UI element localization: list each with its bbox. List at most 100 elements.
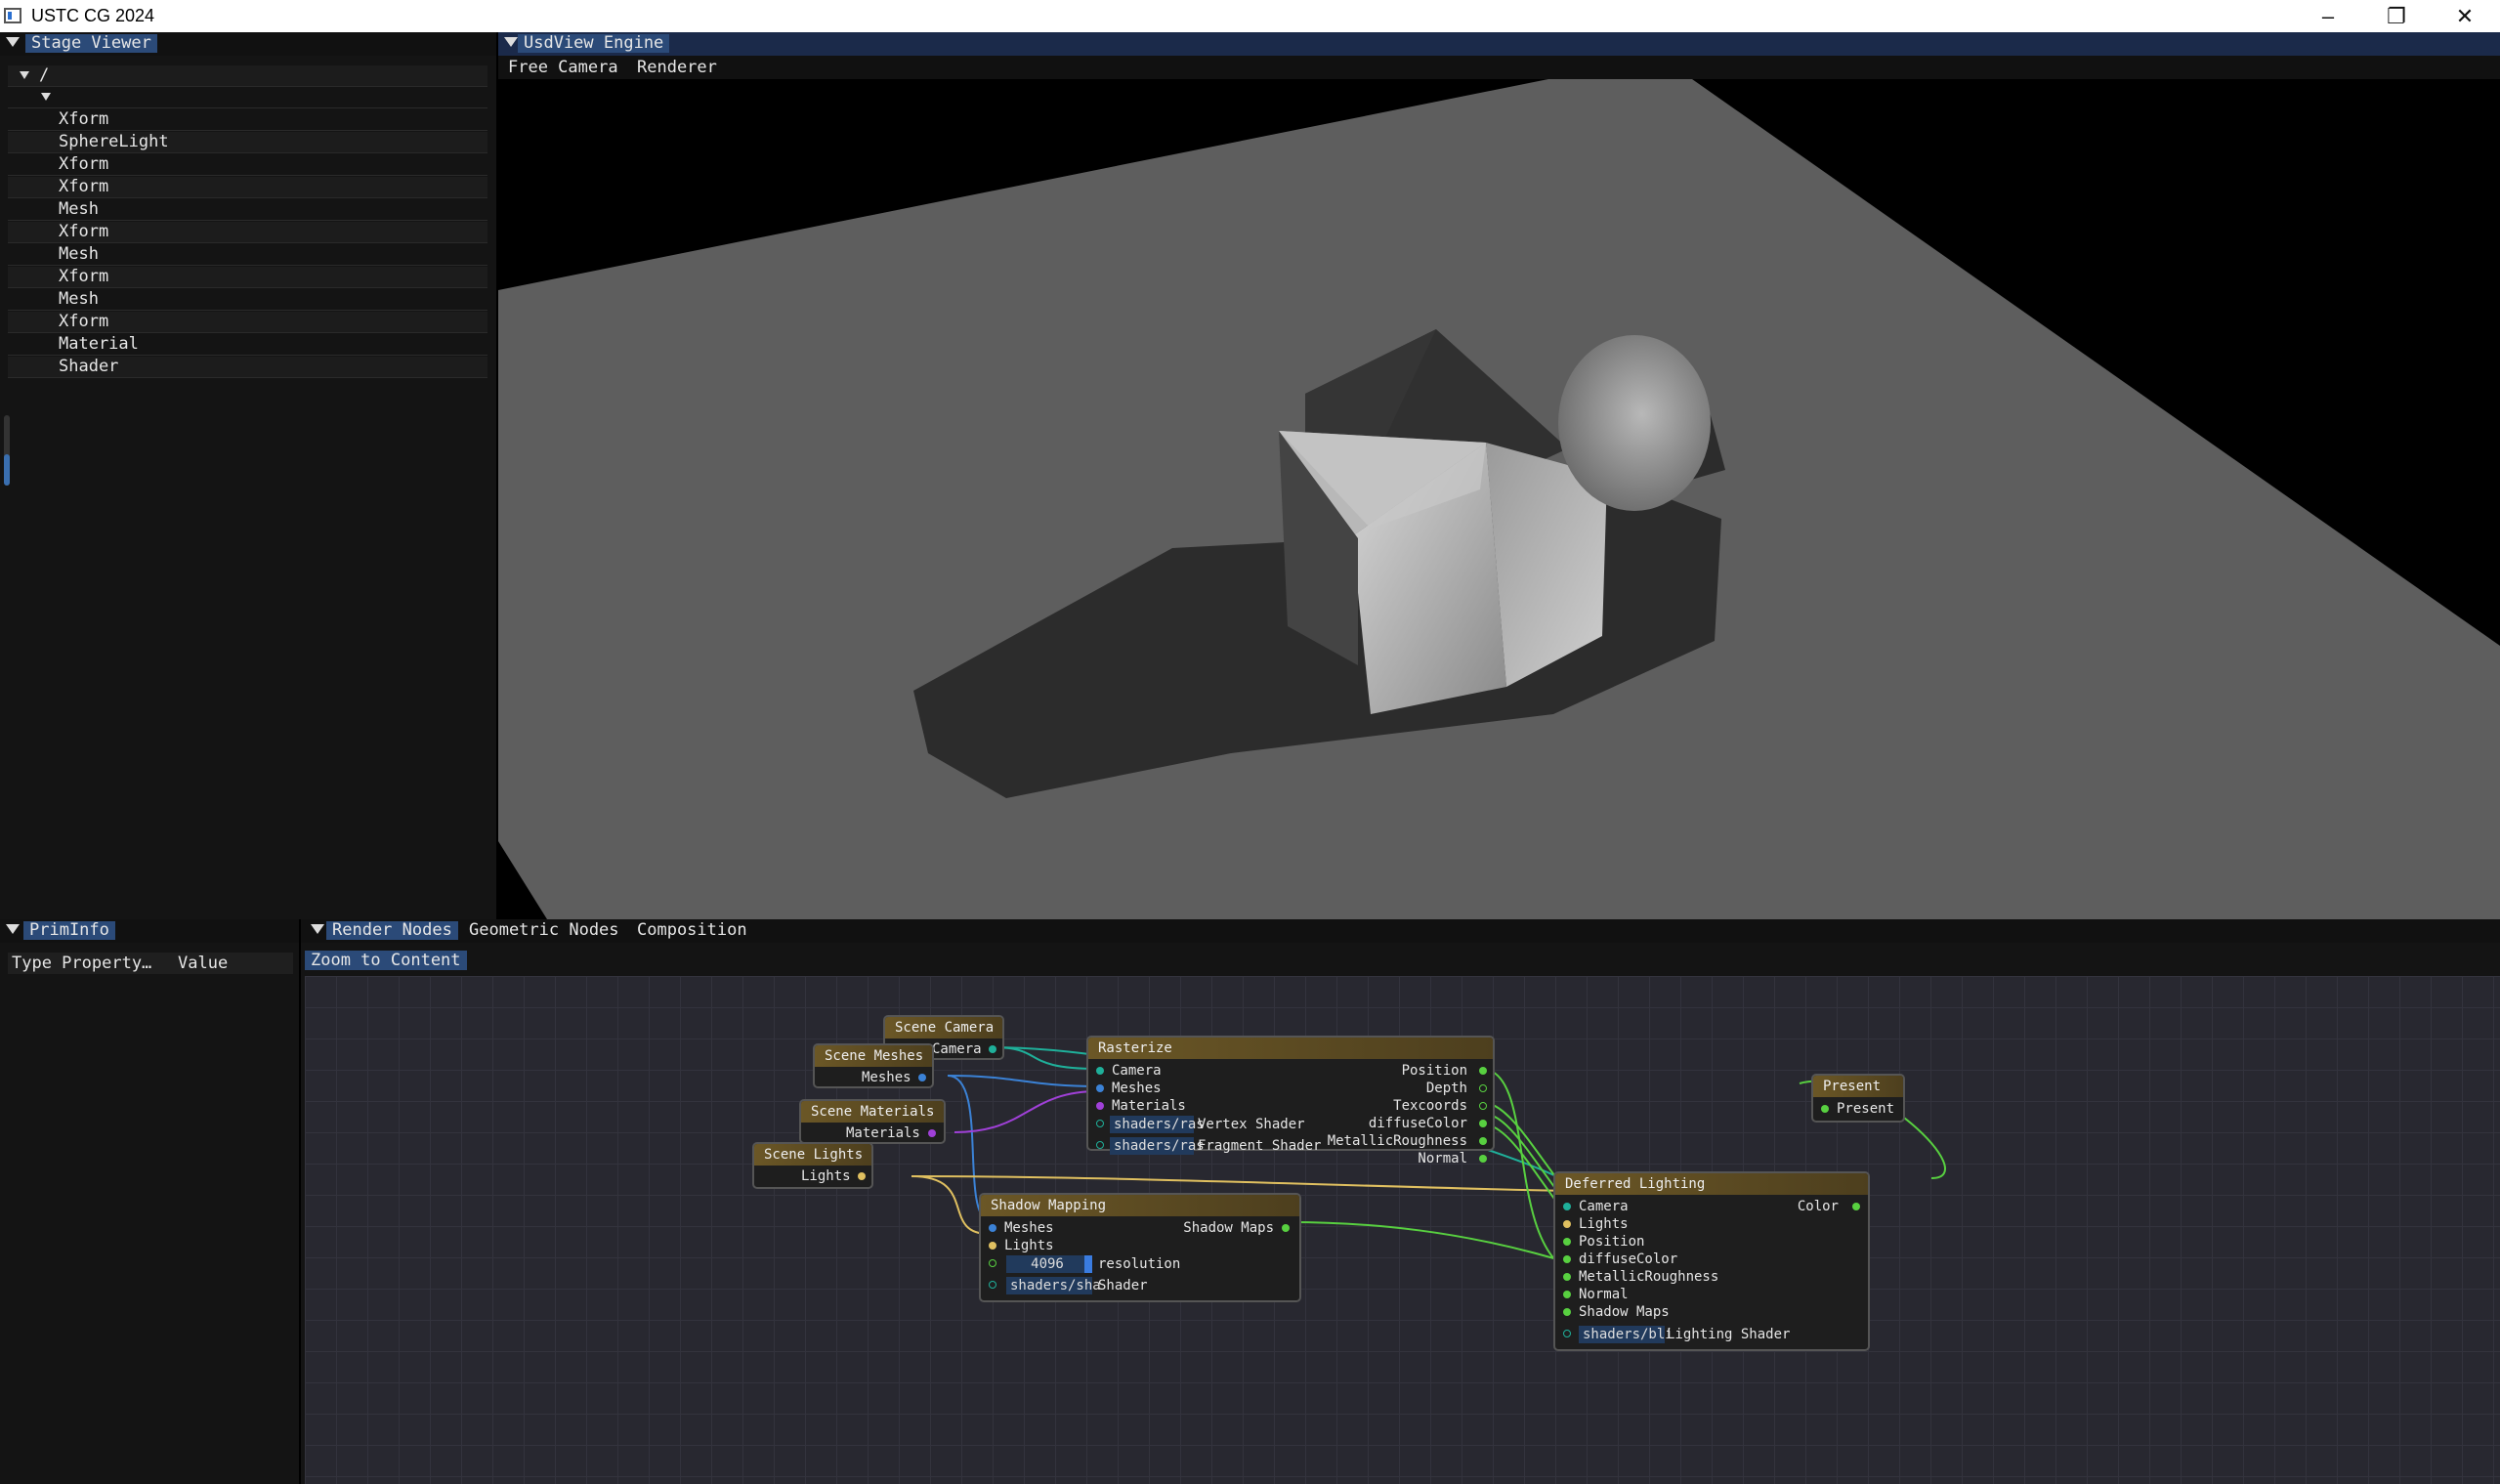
output-pin-materials[interactable] xyxy=(928,1129,936,1137)
tree-item-row[interactable]: Xform xyxy=(8,154,487,176)
collapse-icon[interactable] xyxy=(311,924,324,934)
output-pin-position[interactable] xyxy=(1479,1067,1487,1075)
pin-shadow-maps: Shadow Maps xyxy=(1183,1220,1274,1236)
expand-icon[interactable] xyxy=(41,93,51,101)
node-title: Deferred Lighting xyxy=(1555,1173,1868,1195)
menu-renderer[interactable]: Renderer xyxy=(637,58,717,77)
resolution-slider-grab[interactable] xyxy=(1084,1255,1092,1273)
input-pin-metallicroughness[interactable] xyxy=(1563,1273,1571,1281)
input-pin-lights[interactable] xyxy=(1563,1220,1571,1228)
tree-item-row[interactable]: Xform xyxy=(8,222,487,243)
tree-item-row[interactable]: SphereLight xyxy=(8,132,487,153)
input-pin-lighting-shader[interactable] xyxy=(1563,1330,1571,1337)
node-title: Scene Materials xyxy=(801,1101,944,1123)
pin-materials: Materials xyxy=(1112,1098,1186,1114)
input-pin-resolution[interactable] xyxy=(989,1259,996,1267)
vertex-shader-field[interactable]: shaders/ras xyxy=(1110,1116,1205,1133)
menu-free-camera[interactable]: Free Camera xyxy=(508,58,618,77)
output-pin-depth[interactable] xyxy=(1479,1084,1487,1092)
tree-item-row[interactable]: Mesh xyxy=(8,199,487,221)
output-pin-color[interactable] xyxy=(1852,1203,1860,1210)
pin-texcoords: Texcoords xyxy=(1393,1098,1467,1114)
tree-child-row[interactable] xyxy=(8,87,487,108)
usdview-panel: UsdView Engine Free Camera Renderer xyxy=(498,32,2500,919)
sphere xyxy=(1558,335,1711,511)
input-pin-materials[interactable] xyxy=(1096,1102,1104,1110)
collapse-icon[interactable] xyxy=(6,924,20,934)
tab-geometric-nodes[interactable]: Geometric Nodes xyxy=(463,921,625,940)
tree-item-row[interactable]: Mesh xyxy=(8,244,487,266)
minimize-button[interactable]: – xyxy=(2294,0,2362,32)
shadow-shader-field[interactable]: shaders/sha xyxy=(1006,1277,1101,1294)
col-type-property[interactable]: Type Property… xyxy=(12,953,151,974)
input-pin-shader[interactable] xyxy=(989,1281,996,1289)
output-pin-camera[interactable] xyxy=(989,1045,996,1053)
restore-button[interactable]: ❐ xyxy=(2362,0,2431,32)
app-icon xyxy=(4,8,21,23)
pin-lights: Lights xyxy=(1579,1216,1629,1232)
node-present[interactable]: Present Present xyxy=(1811,1074,1905,1123)
input-pin-shadow-maps[interactable] xyxy=(1563,1308,1571,1316)
input-pin-meshes[interactable] xyxy=(1096,1084,1104,1092)
fragment-shader-field[interactable]: shaders/ras xyxy=(1110,1137,1205,1155)
node-rasterize[interactable]: Rasterize Camera Meshes Materials shader… xyxy=(1086,1036,1495,1166)
resolution-field[interactable]: 4096 xyxy=(1006,1255,1088,1273)
zoom-to-content-button[interactable]: Zoom to Content xyxy=(305,951,467,970)
pin-shadow-maps: Shadow Maps xyxy=(1579,1304,1670,1320)
pin-meshes: Meshes xyxy=(862,1070,911,1085)
tree-item-row[interactable]: Material xyxy=(8,334,487,356)
output-pin-metallicroughness[interactable] xyxy=(1479,1137,1487,1145)
output-pin-meshes[interactable] xyxy=(918,1074,926,1081)
node-graph-canvas[interactable]: Scene Camera Camera Scene Meshes Meshes … xyxy=(305,976,2500,1484)
input-pin-camera[interactable] xyxy=(1563,1203,1571,1210)
tree-item-label: Xform xyxy=(59,177,109,196)
input-pin-present[interactable] xyxy=(1821,1105,1829,1113)
node-scene-meshes[interactable]: Scene Meshes Meshes xyxy=(813,1043,934,1088)
input-pin-fragment-shader[interactable] xyxy=(1096,1141,1104,1149)
output-pin-shadow-maps[interactable] xyxy=(1282,1224,1290,1232)
lighting-shader-field[interactable]: shaders/bli xyxy=(1579,1326,1674,1343)
input-pin-lights[interactable] xyxy=(989,1242,996,1250)
lighting-shader-label: Lighting Shader xyxy=(1667,1327,1791,1342)
tree-item-row[interactable]: Mesh xyxy=(8,289,487,311)
tab-priminfo[interactable]: PrimInfo xyxy=(23,921,115,940)
node-scene-materials[interactable]: Scene Materials Materials xyxy=(799,1099,946,1144)
usdview-header: UsdView Engine xyxy=(498,32,2500,56)
collapse-icon[interactable] xyxy=(6,37,20,47)
tree-item-label: Mesh xyxy=(59,244,99,264)
pin-camera: Camera xyxy=(1579,1199,1629,1214)
input-pin-camera[interactable] xyxy=(1096,1067,1104,1075)
tree-root-row[interactable]: / xyxy=(8,65,487,87)
input-pin-vertex-shader[interactable] xyxy=(1096,1120,1104,1127)
output-pin-diffusecolor[interactable] xyxy=(1479,1120,1487,1127)
tab-render-nodes[interactable]: Render Nodes xyxy=(326,921,458,940)
node-title: Scene Lights xyxy=(754,1144,871,1166)
tab-stage-viewer[interactable]: Stage Viewer xyxy=(25,34,157,53)
tree-item-row[interactable]: Xform xyxy=(8,312,487,333)
collapse-icon[interactable] xyxy=(504,37,518,47)
tree-item-row[interactable]: Shader xyxy=(8,357,487,378)
scrollbar[interactable] xyxy=(4,415,10,486)
node-shadow-mapping[interactable]: Shadow Mapping Meshes Lights 4096 resolu… xyxy=(979,1193,1301,1302)
tree-item-row[interactable]: Xform xyxy=(8,109,487,131)
close-button[interactable]: ✕ xyxy=(2431,0,2499,32)
tab-composition[interactable]: Composition xyxy=(631,921,753,940)
input-pin-meshes[interactable] xyxy=(989,1224,996,1232)
output-pin-normal[interactable] xyxy=(1479,1155,1487,1163)
viewport-menubar: Free Camera Renderer xyxy=(498,56,2500,79)
input-pin-diffusecolor[interactable] xyxy=(1563,1255,1571,1263)
tab-usdview-engine[interactable]: UsdView Engine xyxy=(518,34,670,53)
expand-icon[interactable] xyxy=(20,71,29,79)
tree-item-row[interactable]: Xform xyxy=(8,267,487,288)
node-scene-lights[interactable]: Scene Lights Lights xyxy=(752,1142,873,1189)
input-pin-position[interactable] xyxy=(1563,1238,1571,1246)
node-deferred-lighting[interactable]: Deferred Lighting Camera Lights Position… xyxy=(1553,1171,1870,1351)
3d-viewport[interactable] xyxy=(498,79,2500,919)
node-editor-panel: Render Nodes Geometric Nodes Composition… xyxy=(301,919,2500,1484)
output-pin-texcoords[interactable] xyxy=(1479,1102,1487,1110)
tree-item-row[interactable]: Xform xyxy=(8,177,487,198)
col-value[interactable]: Value xyxy=(178,953,228,974)
input-pin-normal[interactable] xyxy=(1563,1291,1571,1298)
output-pin-lights[interactable] xyxy=(858,1172,866,1180)
node-title: Present xyxy=(1813,1076,1903,1097)
